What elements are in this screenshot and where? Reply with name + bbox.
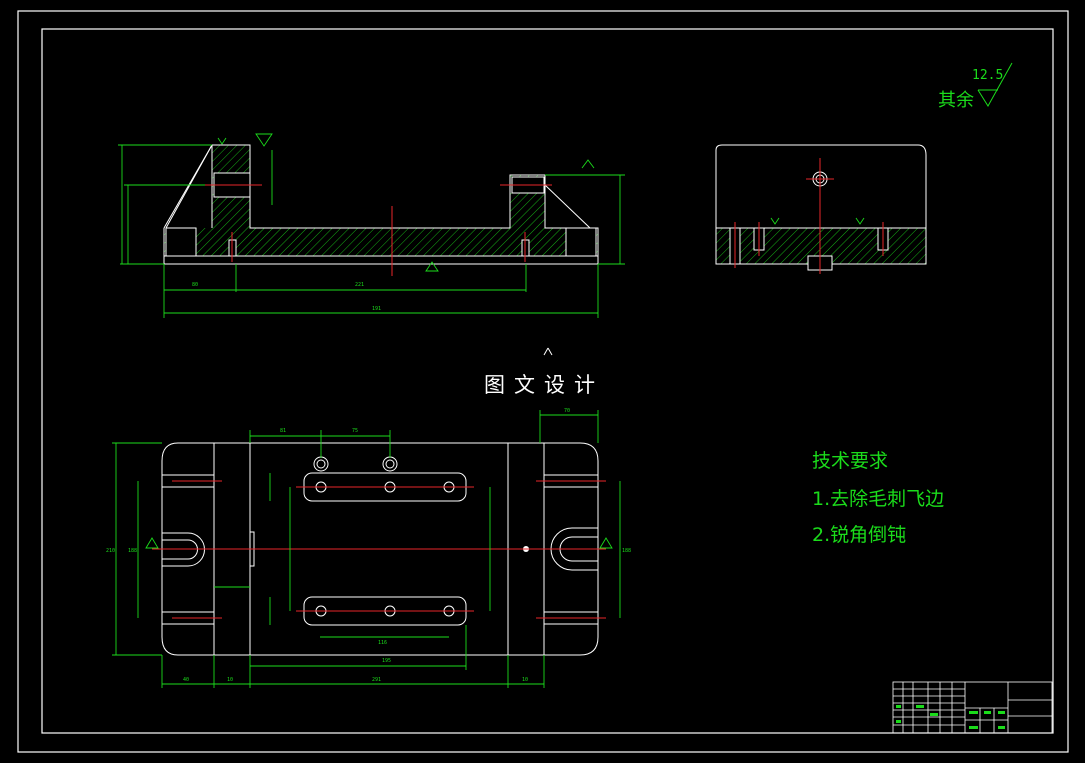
dim-top-c: 70	[564, 408, 570, 414]
side-view	[715, 144, 927, 274]
roughness-value: 12.5	[972, 68, 1004, 83]
cursor-mark	[543, 347, 553, 356]
dim-top-d: 116	[378, 640, 387, 646]
dim-front-total: 191	[372, 306, 381, 312]
front-view: 221 191 80	[118, 133, 625, 318]
requirement-item: 2.锐角倒钝	[812, 524, 907, 546]
dim-front-inner: 221	[355, 282, 364, 288]
top-view: 81 75 70 195 291 40 10 10 116 210 188 18…	[106, 408, 631, 688]
dim-top-a: 81	[280, 428, 286, 434]
dim-top-height: 210	[106, 548, 115, 554]
watermark-text: 图文设计	[484, 373, 604, 397]
dim-top-left-a: 40	[183, 677, 189, 683]
dim-top-left-b: 10	[227, 677, 233, 683]
dim-top-height-inner: 188	[128, 548, 137, 554]
dim-front-left: 80	[192, 282, 198, 288]
dim-top-total: 291	[372, 677, 381, 683]
dim-top-height-right: 188	[622, 548, 631, 554]
dim-top-right: 10	[522, 677, 528, 683]
dim-top-b: 75	[352, 428, 358, 434]
roughness-prefix: 其余	[938, 90, 974, 111]
requirements-title: 技术要求	[812, 450, 889, 472]
dim-top-e: 195	[382, 658, 391, 664]
requirement-item: 1.去除毛刺飞边	[812, 488, 945, 510]
